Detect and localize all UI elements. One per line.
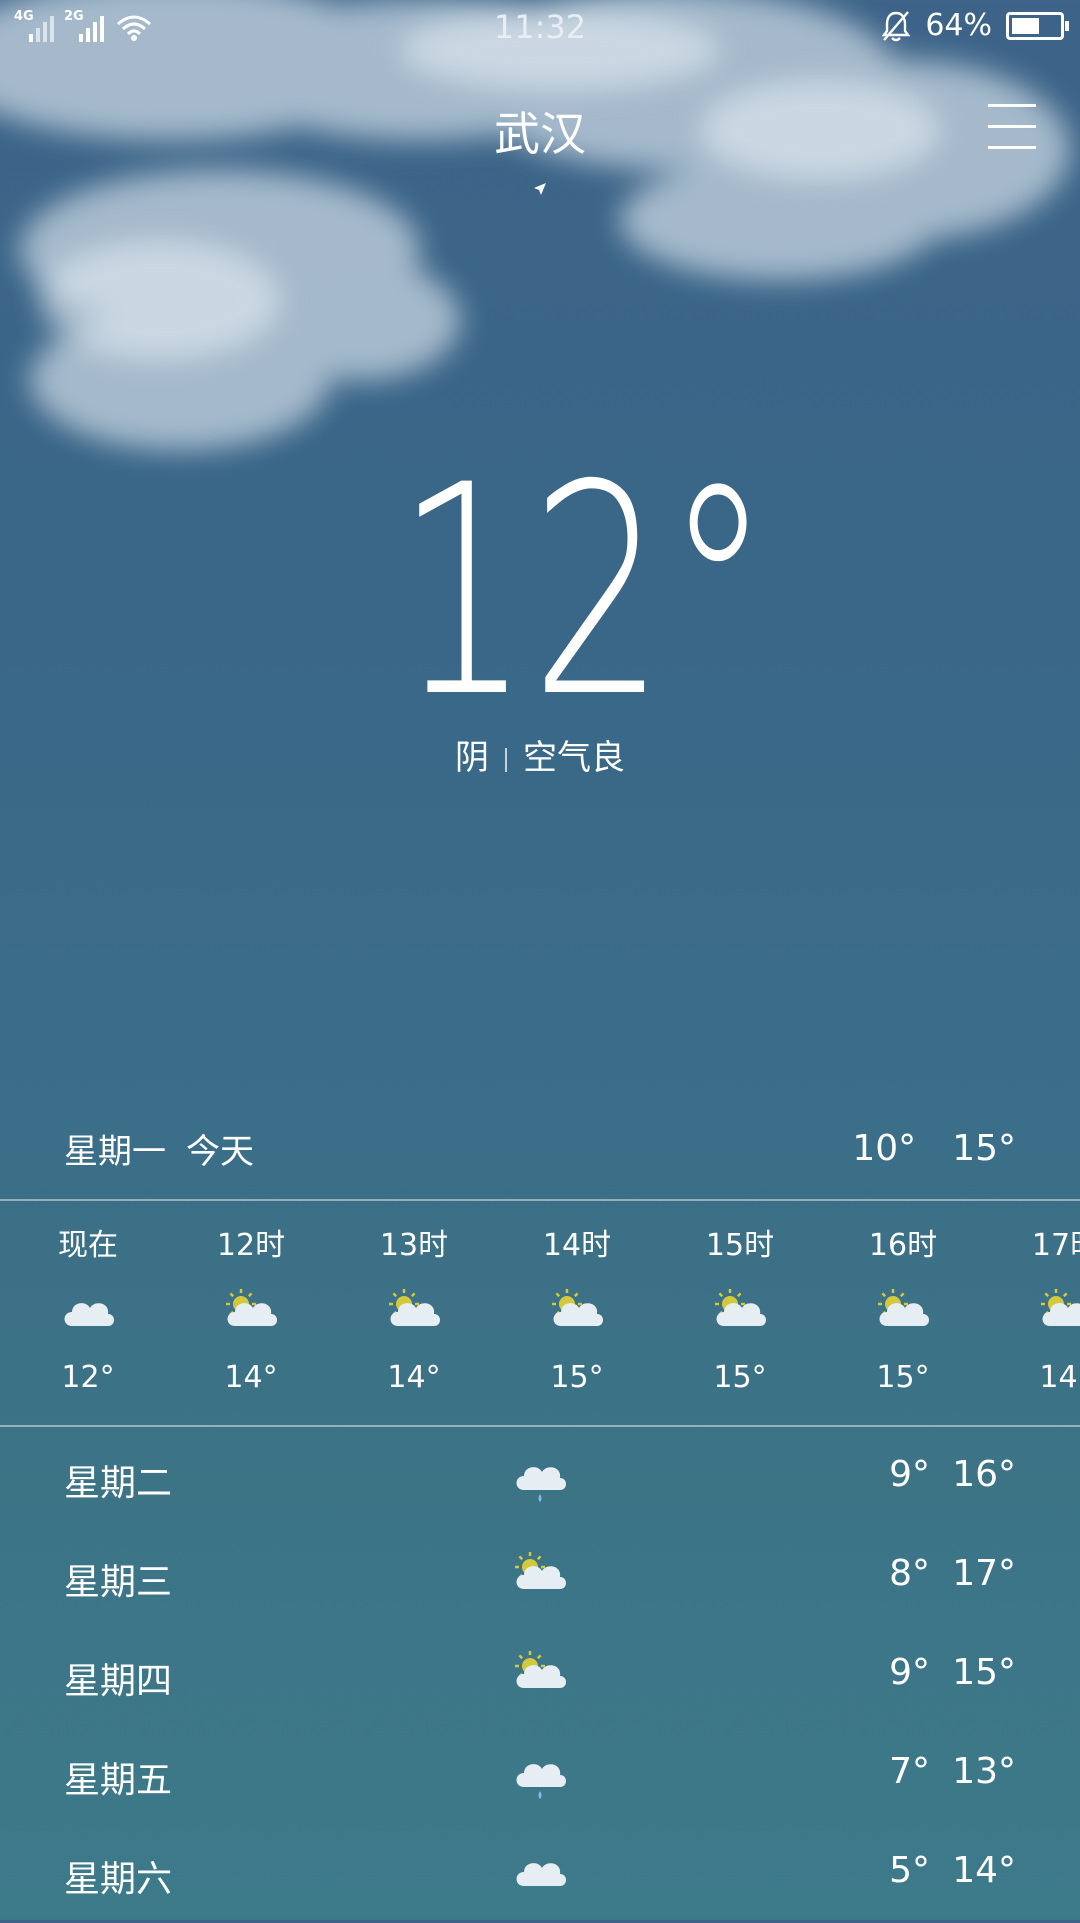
hourly-item: 17时 14° (991, 1202, 1080, 1395)
partly-cloudy-icon (1036, 1282, 1080, 1330)
hourly-item: 现在 12° (13, 1202, 163, 1395)
partly-cloudy-icon (710, 1282, 770, 1330)
hourly-time: 17时 (1031, 1228, 1080, 1263)
status-bar: 4G 2G 11:32 64% (0, 0, 1080, 56)
forecast-row[interactable]: 星期六 5° 14° (0, 1824, 1080, 1923)
today-temperature-range: 10° 15° (852, 1128, 1016, 1169)
weather-condition: 阴 (455, 738, 489, 778)
daily-forecast: 星期二 9° 16° 星期三 8° 17° 星期四 9° 15° 星期五 7° … (0, 1428, 1080, 1923)
current-condition: 阴空气良 (0, 730, 1080, 779)
hourly-time: 13时 (379, 1228, 449, 1263)
forecast-row[interactable]: 星期二 9° 16° (0, 1428, 1080, 1527)
forecast-high: 14° (952, 1850, 1016, 1891)
hourly-temperature: 15° (713, 1360, 767, 1395)
alarm-off-icon (881, 10, 911, 41)
forecast-low: 7° (889, 1751, 930, 1792)
partly-cloudy-icon (510, 1644, 570, 1704)
hourly-item: 16时 15° (828, 1202, 978, 1395)
today-low: 10° (852, 1128, 917, 1169)
battery-icon (1006, 11, 1069, 40)
forecast-day: 星期二 (64, 1463, 173, 1504)
current-temperature-text: 12° (396, 452, 771, 702)
hourly-temperature: 15° (550, 1360, 604, 1395)
light-rain-icon (510, 1446, 570, 1506)
hourly-time: 12时 (216, 1228, 286, 1263)
hourly-forecast[interactable]: 现在 12° 12时 14° 13时 14° 14时 15° 15时 15° 1… (0, 1202, 1080, 1426)
partly-cloudy-icon (873, 1282, 933, 1330)
partly-cloudy-icon (510, 1545, 570, 1605)
forecast-row[interactable]: 星期五 7° 13° (0, 1725, 1080, 1824)
forecast-low: 5° (889, 1850, 930, 1891)
today-high: 15° (952, 1128, 1016, 1169)
forecast-row[interactable]: 星期三 8° 17° (0, 1527, 1080, 1626)
menu-button[interactable] (988, 104, 1036, 149)
air-quality[interactable]: 空气良 (523, 738, 625, 778)
forecast-low: 9° (889, 1454, 930, 1495)
hourly-item: 12时 14° (176, 1202, 326, 1395)
forecast-day: 星期五 (64, 1760, 173, 1801)
partly-cloudy-icon (547, 1282, 607, 1330)
hourly-time: 15时 (705, 1228, 775, 1263)
city-name[interactable]: 武汉 (0, 98, 1080, 164)
hourly-time: 14时 (542, 1228, 612, 1263)
hourly-item: 13时 14° (339, 1202, 489, 1395)
forecast-day: 星期三 (64, 1562, 173, 1603)
forecast-high: 17° (952, 1553, 1016, 1594)
divider (0, 1425, 1080, 1427)
hourly-item: 15时 15° (665, 1202, 815, 1395)
hourly-temperature: 14° (387, 1360, 441, 1395)
forecast-low: 8° (889, 1553, 930, 1594)
hourly-item: 14时 15° (502, 1202, 652, 1395)
partly-cloudy-icon (221, 1282, 281, 1330)
hourly-temperature: 14° (224, 1360, 278, 1395)
today-label: 今天 (186, 1132, 254, 1172)
hourly-time: 16时 (868, 1228, 938, 1263)
hourly-time: 现在 (58, 1228, 118, 1263)
forecast-high: 16° (952, 1454, 1016, 1495)
today-header: 星期一 今天 (64, 1124, 254, 1173)
hourly-temperature: 14° (1039, 1360, 1080, 1395)
divider (0, 1199, 1080, 1201)
forecast-day: 星期六 (64, 1859, 173, 1900)
location-arrow-icon (534, 183, 546, 195)
light-rain-icon (510, 1743, 570, 1803)
cloudy-icon (510, 1842, 570, 1902)
cloud-background (0, 0, 1070, 450)
forecast-low: 9° (889, 1652, 930, 1693)
forecast-day: 星期四 (64, 1661, 173, 1702)
today-weekday: 星期一 (64, 1132, 166, 1172)
current-temperature: 12° (396, 452, 771, 702)
cloudy-icon (58, 1282, 118, 1330)
battery-percent: 64% (925, 8, 992, 43)
hourly-temperature: 12° (61, 1360, 115, 1395)
forecast-row[interactable]: 星期四 9° 15° (0, 1626, 1080, 1725)
partly-cloudy-icon (384, 1282, 444, 1330)
forecast-high: 13° (952, 1751, 1016, 1792)
forecast-high: 15° (952, 1652, 1016, 1693)
hourly-temperature: 15° (876, 1360, 930, 1395)
